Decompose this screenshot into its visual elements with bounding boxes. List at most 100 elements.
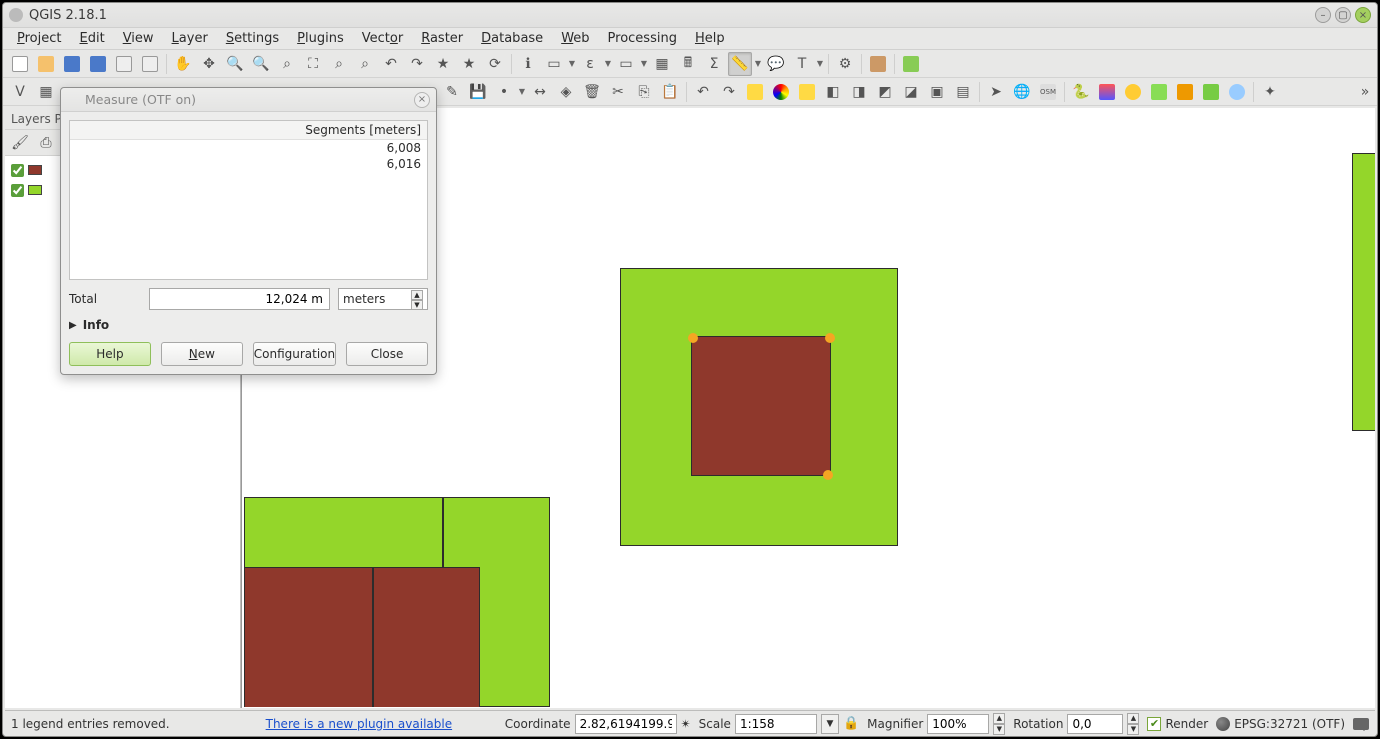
- pan-icon[interactable]: ✋: [171, 52, 195, 76]
- tool-h-icon[interactable]: ▤: [951, 80, 975, 104]
- rotation-input[interactable]: [1067, 714, 1123, 734]
- new-print-composer-icon[interactable]: [112, 52, 136, 76]
- crs-icon[interactable]: [1216, 717, 1230, 731]
- open-attribute-table-icon[interactable]: ▦: [650, 52, 674, 76]
- deselect-icon[interactable]: ▭: [614, 52, 638, 76]
- menu-vector[interactable]: Vector: [354, 29, 411, 48]
- style-icon[interactable]: [769, 80, 793, 104]
- menu-processing[interactable]: Processing: [600, 29, 685, 48]
- plugin-a-icon[interactable]: [866, 52, 890, 76]
- close-button[interactable]: Close: [346, 342, 428, 366]
- save-as-icon[interactable]: [86, 52, 110, 76]
- render-checkbox[interactable]: ✔: [1147, 717, 1161, 731]
- zoom-full-icon[interactable]: ⛶: [301, 52, 325, 76]
- plugin-m-icon[interactable]: [1199, 80, 1223, 104]
- statistics-icon[interactable]: Σ: [702, 52, 726, 76]
- save-edits-icon[interactable]: 💾: [466, 80, 490, 104]
- map-tips-icon[interactable]: 💬: [764, 52, 788, 76]
- plugin-l-icon[interactable]: [1173, 80, 1197, 104]
- label-icon[interactable]: [743, 80, 767, 104]
- plugin-o-icon[interactable]: ✦: [1258, 80, 1282, 104]
- menu-settings[interactable]: Settings: [218, 29, 287, 48]
- select-icon[interactable]: ▭: [542, 52, 566, 76]
- minimize-button[interactable]: –: [1315, 7, 1331, 23]
- measure-dropdown-icon[interactable]: ▼: [753, 59, 763, 68]
- scale-dropdown-icon[interactable]: ▼: [821, 714, 839, 734]
- refresh-icon[interactable]: ⟳: [483, 52, 507, 76]
- filter-legend-icon[interactable]: ⎙: [36, 133, 56, 153]
- tool-e-icon[interactable]: ◩: [873, 80, 897, 104]
- layer-visibility-checkbox[interactable]: [11, 164, 24, 177]
- field-calculator-icon[interactable]: 🖩: [676, 52, 700, 76]
- zoom-selection-icon[interactable]: ⌕: [327, 52, 351, 76]
- menu-view[interactable]: View: [115, 29, 162, 48]
- zoom-layer-icon[interactable]: ⌕: [353, 52, 377, 76]
- info-expander[interactable]: ▶ Info: [69, 318, 428, 332]
- menu-help[interactable]: Help: [687, 29, 733, 48]
- deselect-dropdown-icon[interactable]: ▼: [639, 59, 649, 68]
- zoom-native-icon[interactable]: ⌕: [275, 52, 299, 76]
- processing-toolbox-icon[interactable]: ⚙: [833, 52, 857, 76]
- plugin-j-icon[interactable]: [1121, 80, 1145, 104]
- move-feature-icon[interactable]: ↔: [528, 80, 552, 104]
- add-feature-icon[interactable]: •: [492, 80, 516, 104]
- menu-edit[interactable]: Edit: [72, 29, 113, 48]
- style-manager-icon[interactable]: 🖌: [10, 133, 30, 153]
- toolbar-overflow-icon[interactable]: »: [1357, 84, 1373, 100]
- magnifier-spinner[interactable]: ▲▼: [993, 713, 1005, 735]
- new-project-icon[interactable]: [8, 52, 32, 76]
- paste-icon[interactable]: 📋: [658, 80, 682, 104]
- tool-c-icon[interactable]: ◧: [821, 80, 845, 104]
- plugin-osm-icon[interactable]: OSM: [1036, 80, 1060, 104]
- tool-f-icon[interactable]: ◪: [899, 80, 923, 104]
- plugin-k-icon[interactable]: [1147, 80, 1171, 104]
- new-bookmark-icon[interactable]: ★: [431, 52, 455, 76]
- tool-d-icon[interactable]: ◨: [847, 80, 871, 104]
- new-button[interactable]: New: [161, 342, 243, 366]
- scale-lock-icon[interactable]: 🔒: [843, 716, 859, 731]
- scale-input[interactable]: [735, 714, 817, 734]
- menu-database[interactable]: Database: [473, 29, 551, 48]
- annotation-dropdown-icon[interactable]: ▼: [815, 59, 825, 68]
- delete-selected-icon[interactable]: 🗑: [580, 80, 604, 104]
- identify-icon[interactable]: ℹ: [516, 52, 540, 76]
- plugin-globe-icon[interactable]: 🌐: [1010, 80, 1034, 104]
- plugin-n-icon[interactable]: [1225, 80, 1249, 104]
- cut-icon[interactable]: ✂: [606, 80, 630, 104]
- undo-icon[interactable]: ↶: [691, 80, 715, 104]
- save-project-icon[interactable]: [60, 52, 84, 76]
- menu-web[interactable]: Web: [553, 29, 597, 48]
- maximize-button[interactable]: ▢: [1335, 7, 1351, 23]
- add-raster-icon[interactable]: ▦: [34, 80, 58, 104]
- redo-icon[interactable]: ↷: [717, 80, 741, 104]
- help-button[interactable]: Help: [69, 342, 151, 366]
- rotation-spinner[interactable]: ▲▼: [1127, 713, 1139, 735]
- messages-icon[interactable]: [1353, 718, 1369, 730]
- plugin-arrow-icon[interactable]: ➤: [984, 80, 1008, 104]
- zoom-in-icon[interactable]: 🔍: [223, 52, 247, 76]
- menu-raster[interactable]: Raster: [413, 29, 471, 48]
- menu-plugins[interactable]: Plugins: [289, 29, 352, 48]
- measure-icon[interactable]: 📏: [728, 52, 752, 76]
- unit-select[interactable]: meters ▲▼: [338, 288, 428, 310]
- layer-visibility-checkbox[interactable]: [11, 184, 24, 197]
- toggle-extents-icon[interactable]: ✴: [681, 717, 691, 731]
- add-feature-dd-icon[interactable]: ▼: [517, 87, 527, 96]
- zoom-next-icon[interactable]: ↷: [405, 52, 429, 76]
- select-dropdown-icon[interactable]: ▼: [567, 59, 577, 68]
- select-expression-icon[interactable]: ε: [578, 52, 602, 76]
- composer-manager-icon[interactable]: [138, 52, 162, 76]
- menu-layer[interactable]: Layer: [164, 29, 216, 48]
- copy-icon[interactable]: ⎘: [632, 80, 656, 104]
- menu-project[interactable]: Project: [9, 29, 70, 48]
- show-bookmarks-icon[interactable]: ★: [457, 52, 481, 76]
- tool-g-icon[interactable]: ▣: [925, 80, 949, 104]
- add-vector-icon[interactable]: V: [8, 80, 32, 104]
- open-project-icon[interactable]: [34, 52, 58, 76]
- label2-icon[interactable]: [795, 80, 819, 104]
- plugin-available-link[interactable]: There is a new plugin available: [266, 717, 452, 731]
- magnifier-input[interactable]: [927, 714, 989, 734]
- zoom-last-icon[interactable]: ↶: [379, 52, 403, 76]
- dialog-close-button[interactable]: ×: [414, 92, 430, 108]
- text-annotation-icon[interactable]: T: [790, 52, 814, 76]
